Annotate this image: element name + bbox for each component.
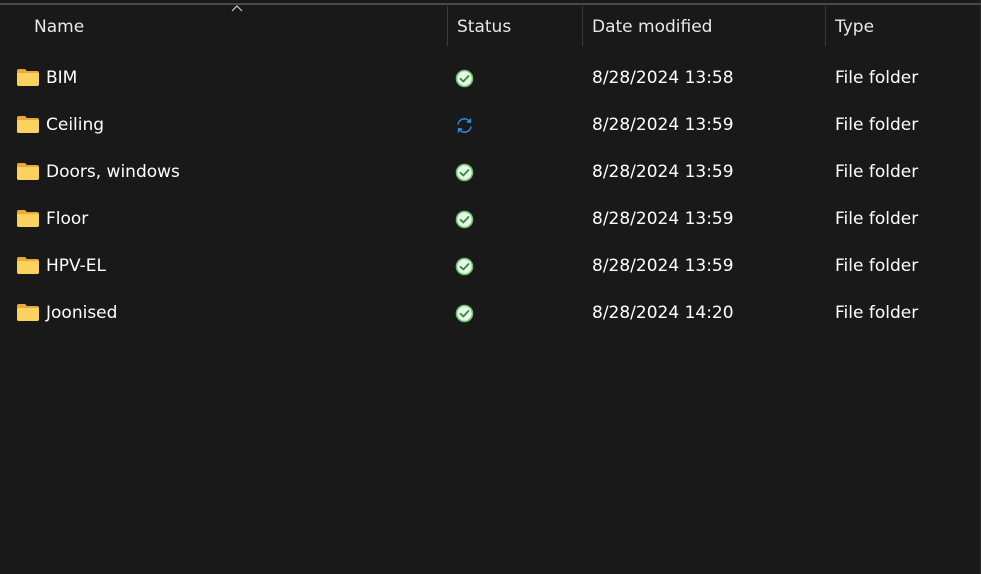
folder-icon: [17, 257, 39, 274]
table-row[interactable]: Joonised 8/28/2024 14:20 File folder: [0, 290, 981, 337]
header-top-border: [0, 3, 981, 5]
file-type: File folder: [835, 303, 919, 323]
folder-icon: [17, 304, 39, 321]
file-date-modified: 8/28/2024 13:59: [592, 115, 734, 135]
file-type: File folder: [835, 115, 919, 135]
file-type: File folder: [835, 209, 919, 229]
file-type: File folder: [835, 256, 919, 276]
file-explorer-details-view: Name Status Date modified Type BIM 8/28/…: [0, 0, 981, 574]
file-name: Ceiling: [46, 115, 105, 135]
column-header-date-modified[interactable]: Date modified: [582, 6, 825, 46]
folder-icon: [17, 163, 39, 180]
check-circle-icon: [455, 69, 474, 88]
file-type: File folder: [835, 68, 919, 88]
table-row[interactable]: Floor 8/28/2024 13:59 File folder: [0, 196, 981, 243]
file-date-modified: 8/28/2024 13:59: [592, 209, 734, 229]
file-date-modified: 8/28/2024 13:59: [592, 162, 734, 182]
check-circle-icon: [455, 210, 474, 229]
table-row[interactable]: HPV-EL 8/28/2024 13:59 File folder: [0, 243, 981, 290]
file-date-modified: 8/28/2024 13:58: [592, 68, 734, 88]
file-list: BIM 8/28/2024 13:58 File folder Ceiling …: [0, 55, 981, 337]
file-name: Floor: [46, 209, 89, 229]
file-date-modified: 8/28/2024 14:20: [592, 303, 734, 323]
file-name: HPV-EL: [46, 256, 107, 276]
check-circle-icon: [455, 163, 474, 182]
check-circle-icon: [455, 257, 474, 276]
file-name: BIM: [46, 68, 78, 88]
table-row[interactable]: BIM 8/28/2024 13:58 File folder: [0, 55, 981, 102]
folder-icon: [17, 210, 39, 227]
column-header-name[interactable]: Name: [24, 6, 447, 46]
column-header-status[interactable]: Status: [447, 6, 582, 46]
sync-icon: [457, 118, 472, 133]
file-name: Joonised: [46, 303, 118, 323]
check-circle-icon: [455, 304, 474, 323]
file-name: Doors, windows: [46, 162, 180, 182]
table-row[interactable]: Doors, windows 8/28/2024 13:59 File fold…: [0, 149, 981, 196]
folder-icon: [17, 116, 39, 133]
table-row[interactable]: Ceiling 8/28/2024 13:59 File folder: [0, 102, 981, 149]
column-header-bar: Name Status Date modified Type: [0, 5, 981, 46]
file-date-modified: 8/28/2024 13:59: [592, 256, 734, 276]
column-header-type[interactable]: Type: [825, 6, 981, 46]
file-type: File folder: [835, 162, 919, 182]
folder-icon: [17, 69, 39, 86]
